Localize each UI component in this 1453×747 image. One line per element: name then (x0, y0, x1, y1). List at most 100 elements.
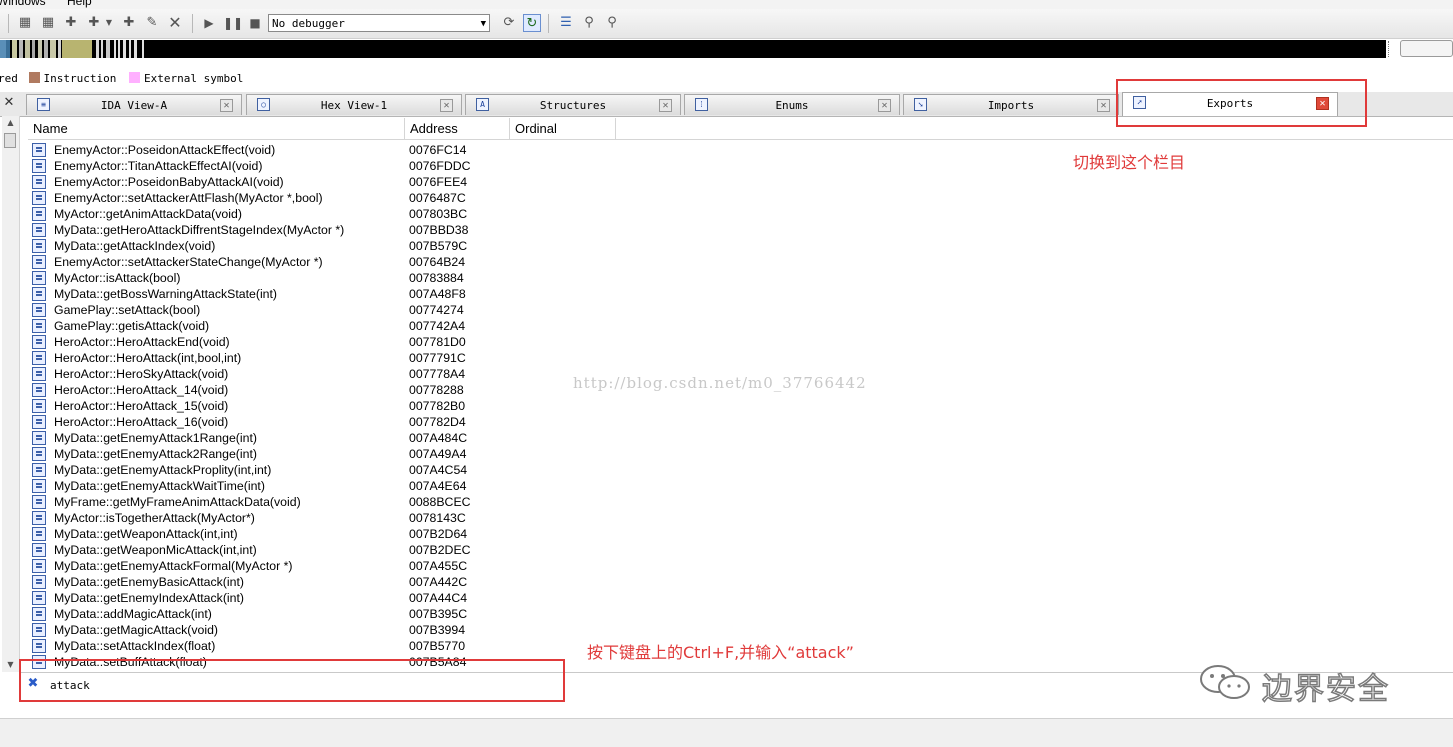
add-icon[interactable]: ✚ (62, 14, 80, 32)
export-function-icon (32, 255, 46, 269)
tab-imports[interactable]: ➘ Imports ✕ (903, 94, 1119, 115)
new-icon[interactable]: ▦ (16, 14, 34, 32)
table-row[interactable]: MyData::getEnemyAttackProplity(int,int) 0… (30, 462, 630, 478)
close-icon[interactable]: ✕ (2, 95, 16, 111)
table-row[interactable]: EnemyActor::setAttackerStateChange(MyAct… (30, 254, 630, 270)
table-row[interactable]: MyData::setAttackIndex(float) 007B5770 (30, 638, 630, 654)
table-row[interactable]: MyFrame::getMyFrameAnimAttackData(void) 0… (30, 494, 630, 510)
tab-structures[interactable]: A Structures ✕ (465, 94, 681, 115)
table-row[interactable]: MyData::addMagicAttack(int) 007B395C (30, 606, 630, 622)
table-row[interactable]: MyData::getBossWarningAttackState(int) 00… (30, 286, 630, 302)
table-row[interactable]: MyActor::isTogetherAttack(MyActor*) 00781… (30, 510, 630, 526)
table-row[interactable]: EnemyActor::setAttackerAttFlash(MyActor … (30, 190, 630, 206)
legend-label-external-symbol: External symbol (143, 72, 244, 85)
table-row[interactable]: MyActor::getAnimAttackData(void) 007803BC (30, 206, 630, 222)
table-row[interactable]: EnemyActor::TitanAttackEffectAI(void) 007… (30, 158, 630, 174)
export-name-cell: MyData::getBossWarningAttackState(int) (54, 287, 278, 301)
column-header-ordinal[interactable]: Ordinal (510, 118, 616, 139)
nav-input[interactable] (1400, 40, 1453, 57)
close-icon[interactable]: ✕ (659, 99, 672, 112)
export-name-cell: MyData::getEnemyAttackWaitTime(int) (54, 479, 265, 493)
vertical-scrollbar[interactable]: ▲ ▼ (2, 116, 20, 672)
table-row[interactable]: HeroActor::HeroAttack_15(void) 007782B0 (30, 398, 630, 414)
close-icon[interactable]: ✕ (1097, 99, 1110, 112)
table-row[interactable]: GamePlay::getisAttack(void) 007742A4 (30, 318, 630, 334)
legend: red Instruction External symbol (0, 70, 400, 88)
table-row[interactable]: MyData::getMagicAttack(void) 007B3994 (30, 622, 630, 638)
export-name-cell: EnemyActor::TitanAttackEffectAI(void) (54, 159, 263, 173)
play-icon[interactable]: ▶ (200, 14, 218, 32)
menu-windows[interactable]: Windows (0, 0, 46, 8)
export-name-cell: MyData::getEnemyBasicAttack(int) (54, 575, 244, 589)
table-row[interactable]: MyData::getEnemyAttackFormal(MyActor *) 0… (30, 558, 630, 574)
export-address-cell: 007803BC (409, 207, 468, 221)
stop-icon[interactable]: ■ (246, 14, 264, 32)
table-row[interactable]: EnemyActor::PoseidonBabyAttackAI(void) 00… (30, 174, 630, 190)
column-header-address[interactable]: Address (405, 118, 510, 139)
export-address-cell: 00778288 (409, 383, 464, 397)
table-row[interactable]: HeroActor::HeroAttack_14(void) 00778288 (30, 382, 630, 398)
tab-label: Imports (987, 99, 1035, 112)
scroll-down-icon[interactable]: ▼ (2, 658, 19, 672)
export-function-icon (32, 447, 46, 461)
hook-icon[interactable]: ⚲ (580, 14, 598, 32)
table-row[interactable]: MyData::getAttackIndex(void) 007B579C (30, 238, 630, 254)
new-segment-icon[interactable]: ▦ (39, 14, 57, 32)
export-address-cell: 007742A4 (409, 319, 466, 333)
menu-help[interactable]: Help (67, 0, 92, 8)
close-icon[interactable]: ✕ (878, 99, 891, 112)
trace-icon[interactable]: ⟳ (500, 14, 518, 32)
table-row[interactable]: MyData::getEnemyAttack1Range(int) 007A484… (30, 430, 630, 446)
export-function-icon (32, 223, 46, 237)
table-row[interactable]: MyData::getEnemyAttack2Range(int) 007A49A… (30, 446, 630, 462)
dropdown-icon[interactable]: ▼ (104, 14, 114, 32)
brand-watermark: 边界安全 (1198, 658, 1408, 708)
tab-enums[interactable]: ⁞ Enums ✕ (684, 94, 900, 115)
cycle-icon[interactable]: ↻ (523, 14, 541, 32)
list-icon[interactable]: ☰ (557, 14, 575, 32)
export-function-icon (32, 527, 46, 541)
table-row[interactable]: MyData::getWeaponAttack(int,int) 007B2D64 (30, 526, 630, 542)
brand-name: 边界安全 (1261, 671, 1390, 708)
table-row[interactable]: HeroActor::HeroSkyAttack(void) 007778A4 (30, 366, 630, 382)
close-icon[interactable]: ✕ (440, 99, 453, 112)
table-row[interactable]: EnemyActor::PoseidonAttackEffect(void) 00… (30, 142, 630, 158)
export-name-cell: MyData::getAttackIndex(void) (54, 239, 216, 253)
export-name-cell: MyData::getWeaponMicAttack(int,int) (54, 543, 257, 557)
export-name-cell: HeroActor::HeroAttack_16(void) (54, 415, 229, 429)
annotation-search-instruction: 按下键盘上的Ctrl+F,并输入“attack” (587, 643, 854, 662)
pause-icon[interactable]: ❚❚ (223, 14, 243, 32)
close-icon[interactable]: ✕ (220, 99, 233, 112)
delete-icon[interactable]: ✕ (166, 14, 184, 32)
nav-splitter[interactable] (1388, 41, 1391, 57)
scroll-up-icon[interactable]: ▲ (2, 116, 19, 130)
debugger-select[interactable]: No debugger ▼ (268, 14, 490, 32)
navigation-band[interactable] (0, 40, 1386, 58)
wechat-logo-icon (1200, 665, 1250, 699)
table-row[interactable]: HeroActor::HeroAttack(int,bool,int) 00777… (30, 350, 630, 366)
table-row[interactable]: MyData::getEnemyBasicAttack(int) 007A442C (30, 574, 630, 590)
table-row[interactable]: MyData::getEnemyAttackWaitTime(int) 007A4… (30, 478, 630, 494)
tab-ida-view-a[interactable]: ≡ IDA View-A ✕ (26, 94, 242, 115)
tab-label: Enums (775, 99, 809, 112)
edit-icon[interactable]: ✎ (143, 14, 161, 32)
export-address-cell: 007781D0 (409, 335, 466, 349)
scrollbar-thumb[interactable] (4, 133, 16, 148)
table-row[interactable]: MyData::getWeaponMicAttack(int,int) 007B2… (30, 542, 630, 558)
add-2-icon[interactable]: ✚ (85, 14, 103, 32)
export-function-icon (32, 239, 46, 253)
table-row[interactable]: HeroActor::HeroAttackEnd(void) 007781D0 (30, 334, 630, 350)
table-row[interactable]: MyActor::isAttack(bool) 00783884 (30, 270, 630, 286)
unhook-icon[interactable]: ⚲ (603, 14, 621, 32)
table-row[interactable]: MyData::getHeroAttackDiffrentStageIndex(… (30, 222, 630, 238)
export-address-cell: 007A4E64 (409, 479, 467, 493)
export-function-icon (32, 159, 46, 173)
table-row[interactable]: MyData::getEnemyIndexAttack(int) 007A44C4 (30, 590, 630, 606)
add-3-icon[interactable]: ✚ (120, 14, 138, 32)
table-row[interactable]: HeroActor::HeroAttack_16(void) 007782D4 (30, 414, 630, 430)
tab-hex-view-1[interactable]: ○ Hex View-1 ✕ (246, 94, 462, 115)
table-row[interactable]: GamePlay::setAttack(bool) 00774274 (30, 302, 630, 318)
export-address-cell: 007A455C (409, 559, 468, 573)
column-header-name[interactable]: Name (28, 118, 405, 139)
export-function-icon (32, 543, 46, 557)
